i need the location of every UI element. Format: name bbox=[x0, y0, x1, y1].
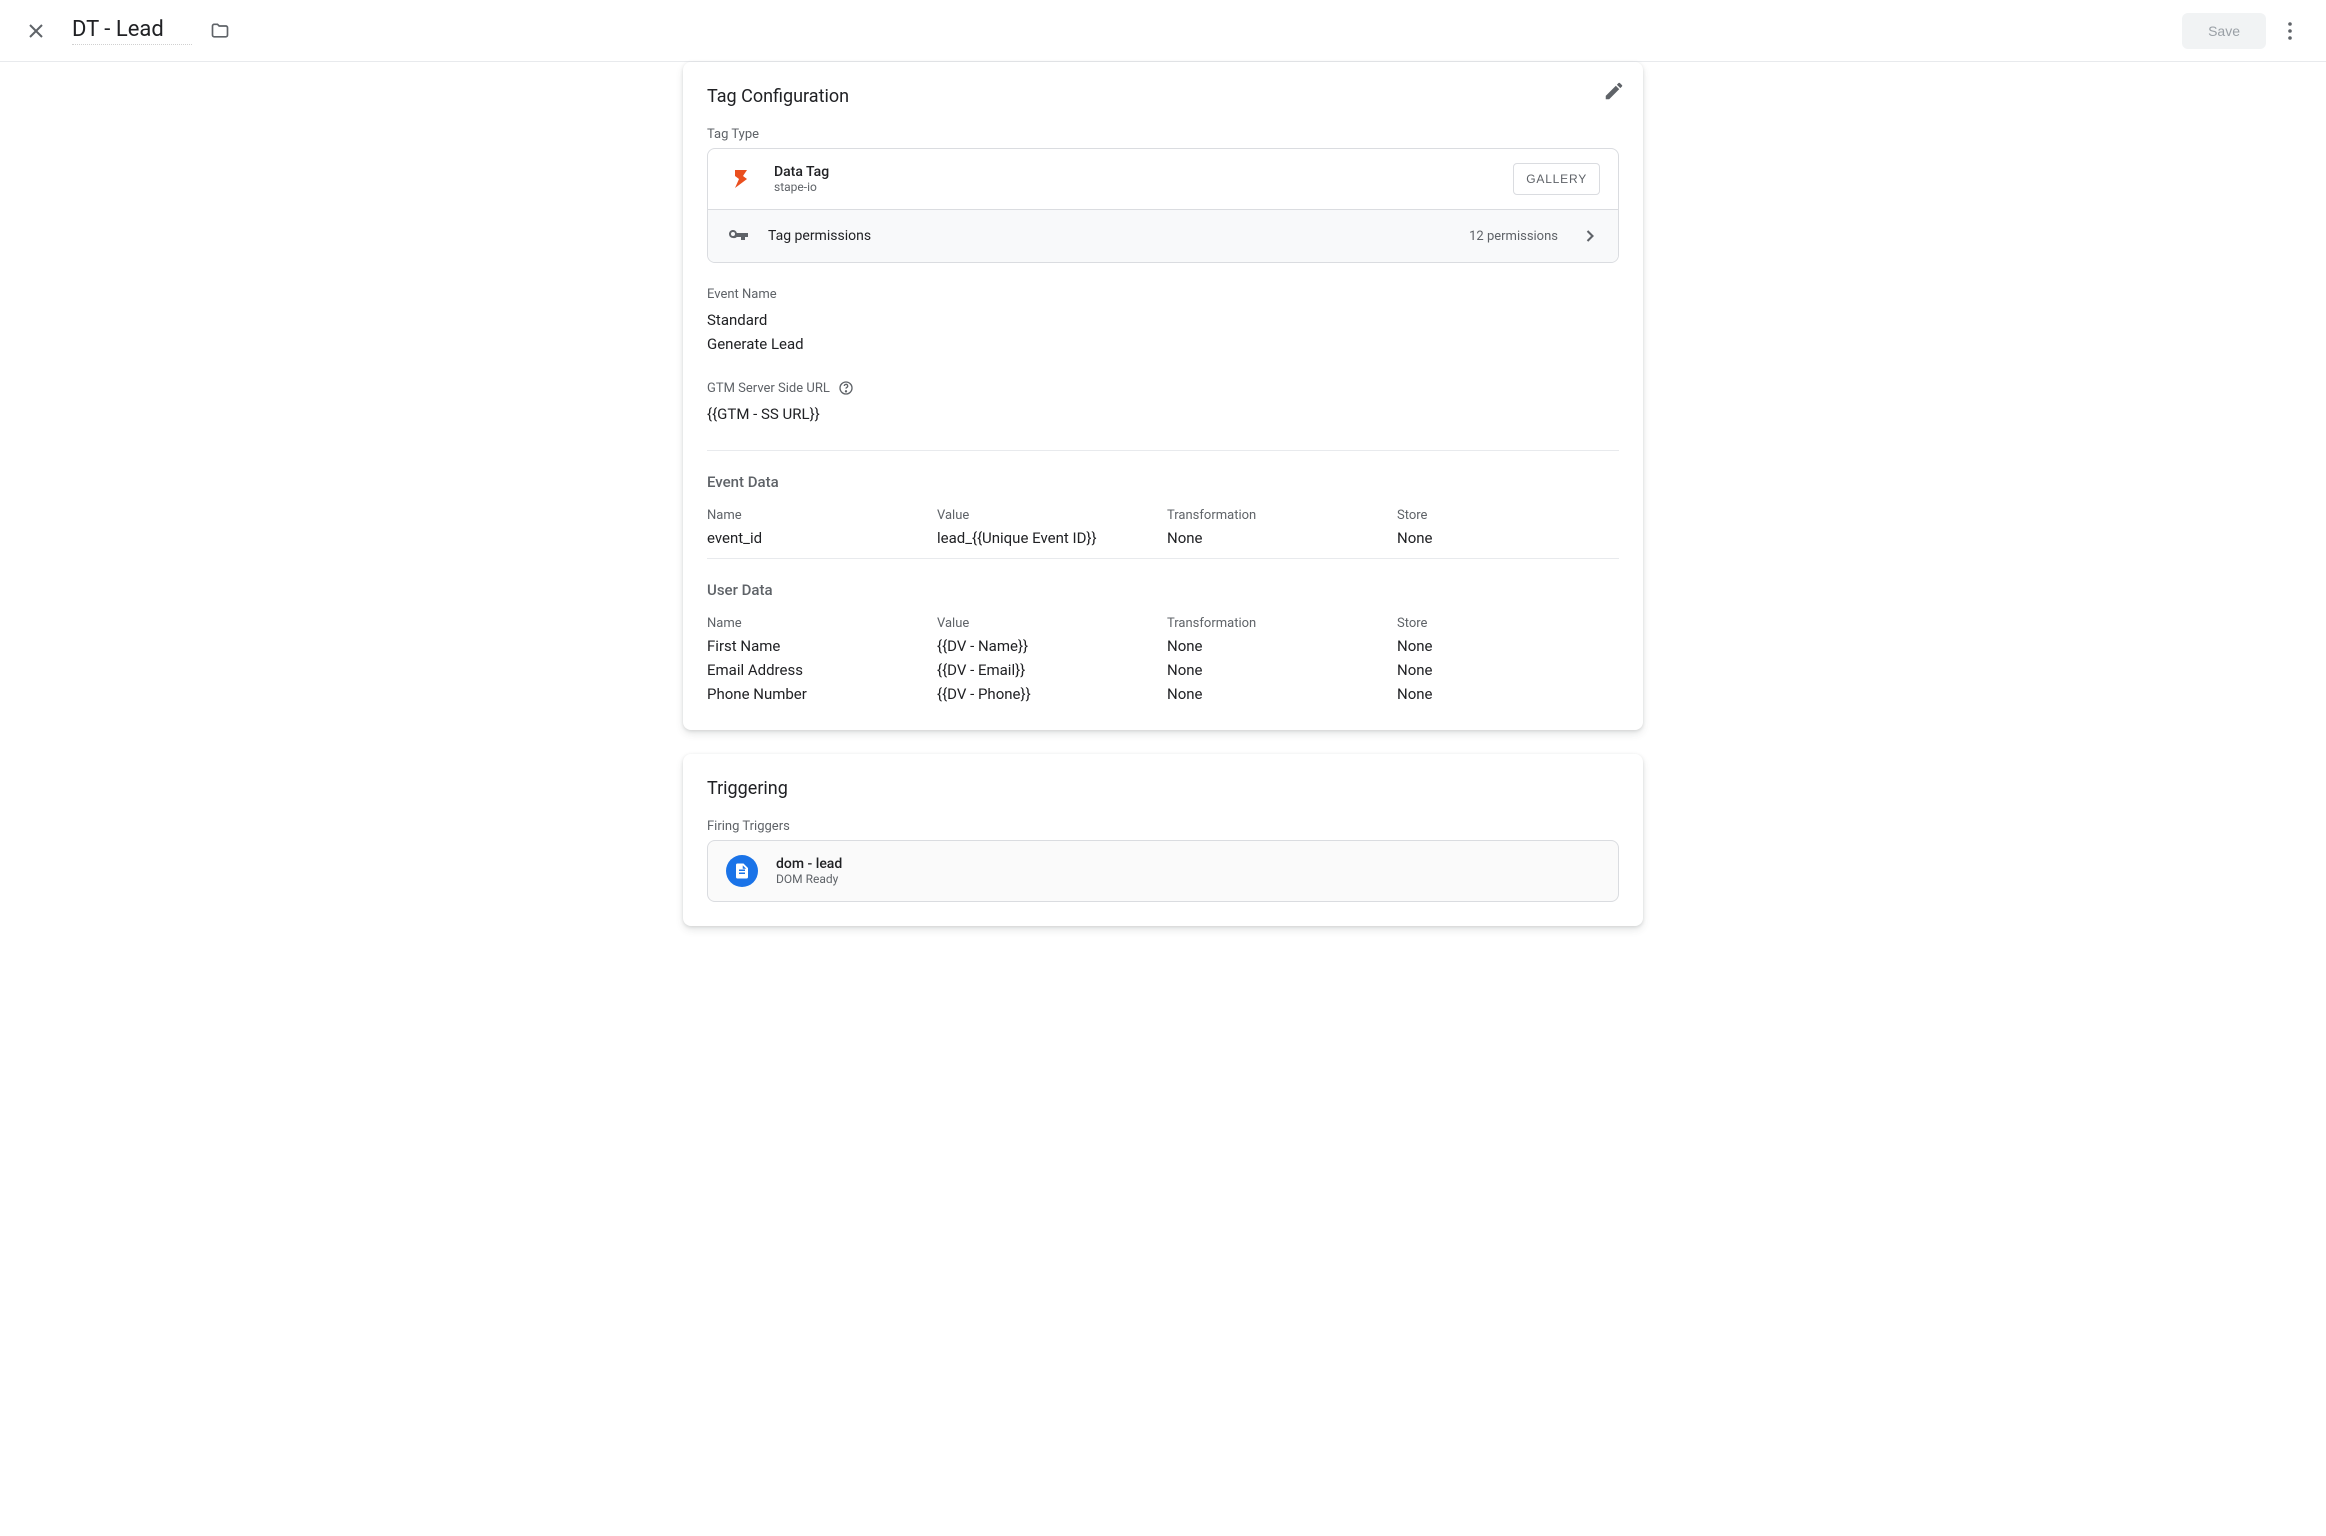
table-row: First Name {{DV - Name}} None None bbox=[707, 634, 1619, 658]
cell-name: event_id bbox=[707, 529, 929, 547]
table-row: Email Address {{DV - Email}} None None bbox=[707, 658, 1619, 682]
cell-store: None bbox=[1397, 685, 1619, 703]
close-icon[interactable] bbox=[24, 19, 48, 43]
trigger-name: dom - lead bbox=[776, 856, 842, 872]
cell-value: lead_{{Unique Event ID}} bbox=[937, 529, 1159, 547]
cell-value: {{DV - Email}} bbox=[937, 661, 1159, 679]
tag-permissions-label: Tag permissions bbox=[768, 228, 1451, 244]
col-value: Value bbox=[937, 616, 1159, 631]
more-icon[interactable] bbox=[2278, 19, 2302, 43]
table-header: Name Value Transformation Store bbox=[707, 505, 1619, 526]
stape-icon bbox=[726, 164, 756, 194]
table-row: Phone Number {{DV - Phone}} None None bbox=[707, 682, 1619, 706]
tag-permissions-count: 12 permissions bbox=[1469, 229, 1558, 244]
table-header: Name Value Transformation Store bbox=[707, 613, 1619, 634]
gallery-button[interactable]: GALLERY bbox=[1513, 163, 1600, 195]
cell-transformation: None bbox=[1167, 685, 1389, 703]
firing-triggers-label: Firing Triggers bbox=[707, 819, 1619, 834]
table-row: event_id lead_{{Unique Event ID}} None N… bbox=[707, 526, 1619, 550]
cell-store: None bbox=[1397, 661, 1619, 679]
cell-transformation: None bbox=[1167, 661, 1389, 679]
cell-value: {{DV - Name}} bbox=[937, 637, 1159, 655]
col-store: Store bbox=[1397, 508, 1619, 523]
folder-icon[interactable] bbox=[210, 21, 230, 41]
tag-type-name: Data Tag bbox=[774, 164, 1495, 180]
cell-name: First Name bbox=[707, 637, 929, 655]
tag-permissions-row[interactable]: Tag permissions 12 permissions bbox=[708, 209, 1618, 262]
cell-name: Phone Number bbox=[707, 685, 929, 703]
col-name: Name bbox=[707, 508, 929, 523]
tag-title-input[interactable]: DT - Lead bbox=[72, 17, 192, 45]
user-data-table: Name Value Transformation Store First Na… bbox=[707, 613, 1619, 706]
col-store: Store bbox=[1397, 616, 1619, 631]
cell-transformation: None bbox=[1167, 637, 1389, 655]
edit-icon[interactable] bbox=[1603, 80, 1625, 102]
triggering-title: Triggering bbox=[707, 778, 1619, 799]
event-name-value-2: Generate Lead bbox=[707, 332, 1619, 356]
divider bbox=[707, 450, 1619, 451]
cell-store: None bbox=[1397, 637, 1619, 655]
event-name-value-1: Standard bbox=[707, 308, 1619, 332]
trigger-item[interactable]: dom - lead DOM Ready bbox=[707, 840, 1619, 902]
user-data-title: User Data bbox=[707, 581, 1619, 599]
cell-value: {{DV - Phone}} bbox=[937, 685, 1159, 703]
tag-configuration-title: Tag Configuration bbox=[707, 86, 1619, 107]
tag-type-row[interactable]: Data Tag stape-io GALLERY bbox=[708, 149, 1618, 209]
cell-store: None bbox=[1397, 529, 1619, 547]
cell-transformation: None bbox=[1167, 529, 1389, 547]
tag-type-label: Tag Type bbox=[707, 127, 1619, 142]
key-icon bbox=[726, 224, 750, 248]
col-transformation: Transformation bbox=[1167, 508, 1389, 523]
triggering-card: Triggering Firing Triggers dom - lead DO… bbox=[683, 754, 1643, 926]
tag-configuration-card: Tag Configuration Tag Type Data Tag stap… bbox=[683, 62, 1643, 730]
help-icon[interactable] bbox=[838, 380, 854, 396]
event-name-label: Event Name bbox=[707, 287, 1619, 302]
chevron-right-icon bbox=[1580, 226, 1600, 246]
ss-url-value: {{GTM - SS URL}} bbox=[707, 402, 1619, 426]
col-name: Name bbox=[707, 616, 929, 631]
cell-name: Email Address bbox=[707, 661, 929, 679]
tag-type-vendor: stape-io bbox=[774, 180, 1495, 194]
event-data-title: Event Data bbox=[707, 473, 1619, 491]
divider bbox=[707, 558, 1619, 559]
event-data-table: Name Value Transformation Store event_id… bbox=[707, 505, 1619, 550]
top-bar: DT - Lead Save bbox=[0, 0, 2326, 62]
tag-type-box: Data Tag stape-io GALLERY Tag permission… bbox=[707, 148, 1619, 263]
save-button[interactable]: Save bbox=[2182, 13, 2266, 49]
col-value: Value bbox=[937, 508, 1159, 523]
ss-url-label: GTM Server Side URL bbox=[707, 381, 830, 396]
col-transformation: Transformation bbox=[1167, 616, 1389, 631]
trigger-type: DOM Ready bbox=[776, 872, 842, 886]
dom-ready-icon bbox=[726, 855, 758, 887]
